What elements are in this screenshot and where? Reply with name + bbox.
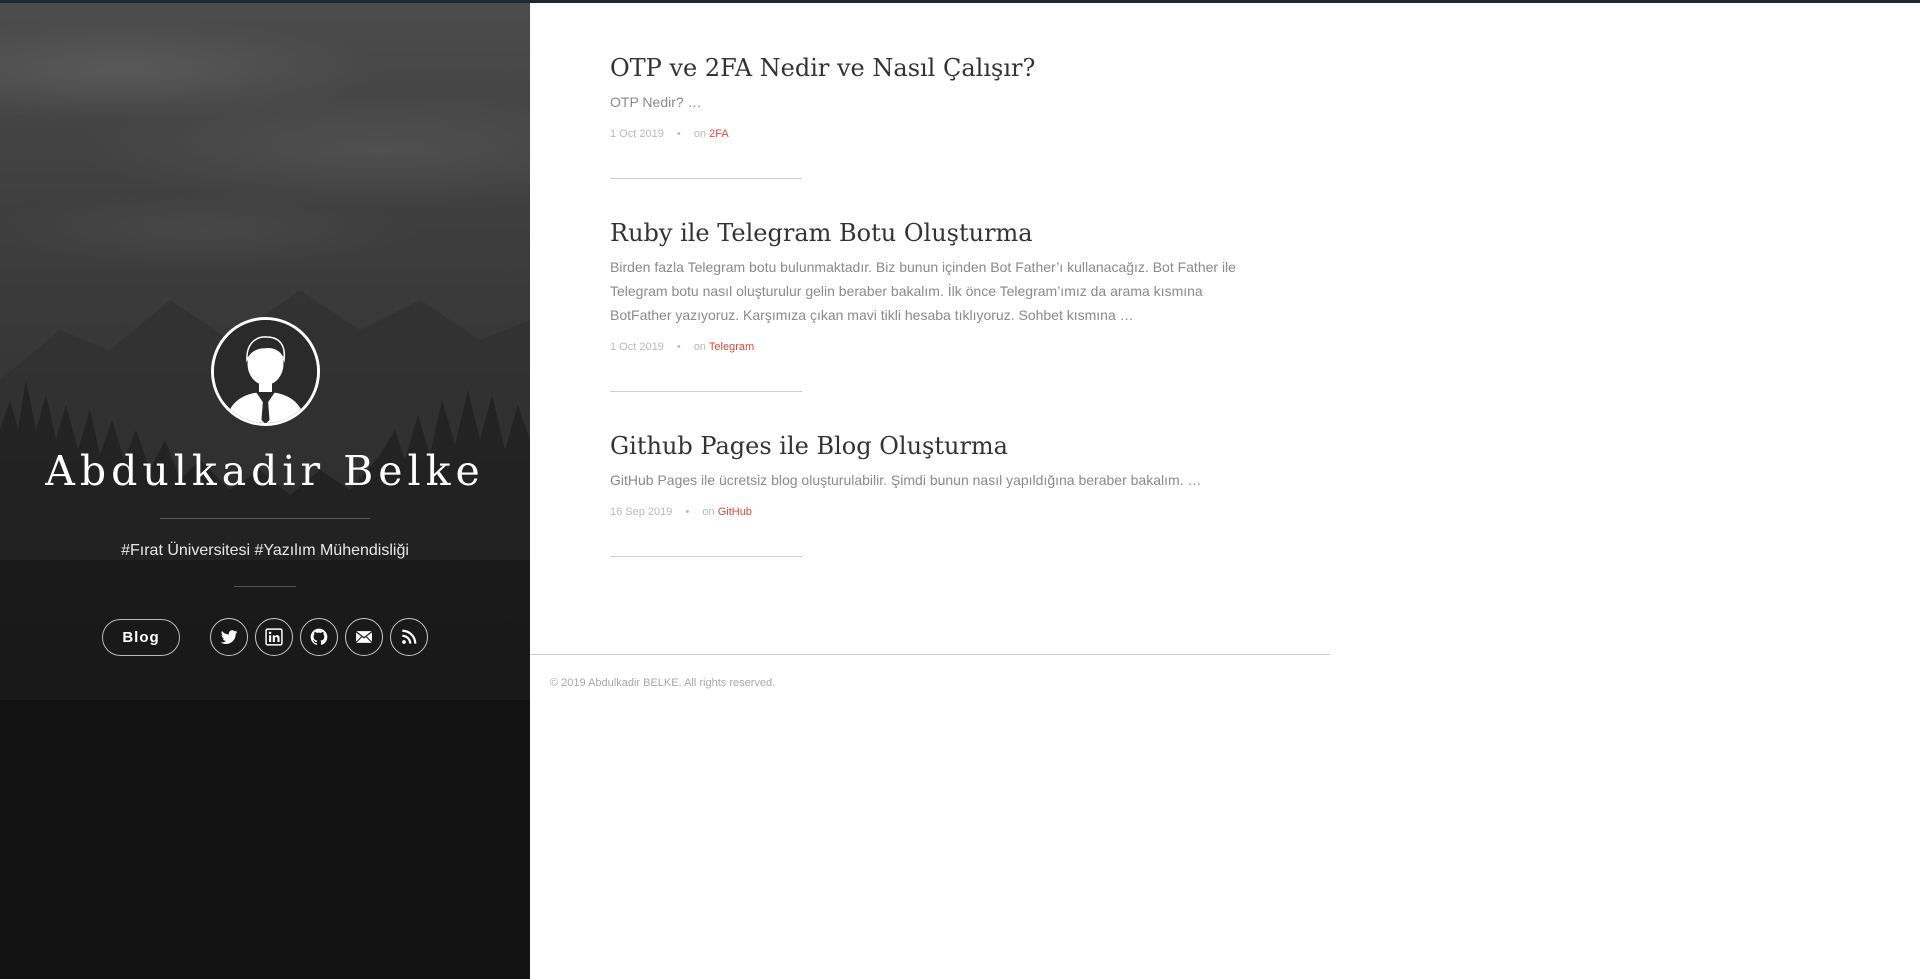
post-item: Ruby ile Telegram Botu Oluşturma Birden … (610, 217, 1270, 392)
twitter-link[interactable] (210, 618, 248, 656)
post-excerpt: GitHub Pages ile ücretsiz blog oluşturul… (610, 472, 1202, 488)
post-item: OTP ve 2FA Nedir ve Nasıl Çalışır? OTP N… (610, 52, 1270, 179)
post-date: 1 Oct 2019 (610, 128, 664, 140)
rss-icon (402, 629, 417, 644)
email-link[interactable] (345, 618, 383, 656)
post-on-label: on (693, 341, 707, 353)
post-list: OTP ve 2FA Nedir ve Nasıl Çalışır? OTP N… (610, 52, 1270, 595)
profile-name: Abdulkadir Belke (45, 447, 485, 495)
post-category-link[interactable]: 2FA (709, 128, 729, 140)
sidebar-nav: Blog (0, 618, 530, 658)
post-date: 1 Oct 2019 (610, 341, 664, 353)
sidebar: Abdulkadir Belke #Fırat Üniversitesi #Ya… (0, 0, 530, 979)
post-category-link[interactable]: Telegram (709, 341, 754, 353)
footer-copyright: © 2019 Abdulkadir BELKE. All rights rese… (550, 677, 776, 689)
post-meta: 1 Oct 2019 • on Telegram (610, 341, 1270, 353)
post-category-link[interactable]: GitHub (718, 506, 752, 518)
meta-separator: • (685, 506, 690, 518)
avatar[interactable] (210, 317, 320, 426)
profile-tagline: #Fırat Üniversitesi #Yazılım Mühendisliğ… (121, 542, 409, 559)
linkedin-link[interactable] (255, 618, 293, 656)
twitter-icon (220, 630, 238, 644)
footer-divider (530, 654, 1330, 655)
post-title-link[interactable]: Github Pages ile Blog Oluşturma (610, 430, 1270, 462)
post-date: 16 Sep 2019 (610, 506, 673, 518)
post-divider (610, 178, 802, 179)
post-on-label: on (693, 128, 707, 140)
user-avatar-icon (213, 320, 317, 423)
blog-button[interactable]: Blog (102, 619, 180, 656)
github-link[interactable] (300, 618, 338, 656)
github-icon (310, 628, 328, 645)
post-divider (610, 556, 802, 557)
post-meta: 1 Oct 2019 • on 2FA (610, 128, 1270, 140)
post-excerpt: Birden fazla Telegram botu bulunmaktadır… (610, 259, 1236, 323)
meta-separator: • (676, 128, 681, 140)
profile-block: Abdulkadir Belke #Fırat Üniversitesi #Ya… (0, 317, 530, 587)
post-divider (610, 391, 802, 392)
main-content: OTP ve 2FA Nedir ve Nasıl Çalışır? OTP N… (530, 0, 1330, 979)
meta-separator: • (676, 341, 681, 353)
mail-icon (355, 631, 373, 643)
rss-link[interactable] (390, 618, 428, 656)
linkedin-icon (265, 628, 283, 646)
post-on-label: on (702, 506, 715, 518)
post-title-link[interactable]: Ruby ile Telegram Botu Oluşturma (610, 217, 1270, 249)
divider-short (234, 586, 296, 587)
post-excerpt: OTP Nedir? … (610, 94, 702, 110)
divider (160, 518, 370, 519)
post-item: Github Pages ile Blog Oluşturma GitHub P… (610, 430, 1270, 557)
post-title-link[interactable]: OTP ve 2FA Nedir ve Nasıl Çalışır? (610, 52, 1270, 84)
post-meta: 16 Sep 2019 • on GitHub (610, 506, 1270, 518)
top-border (0, 0, 1920, 3)
